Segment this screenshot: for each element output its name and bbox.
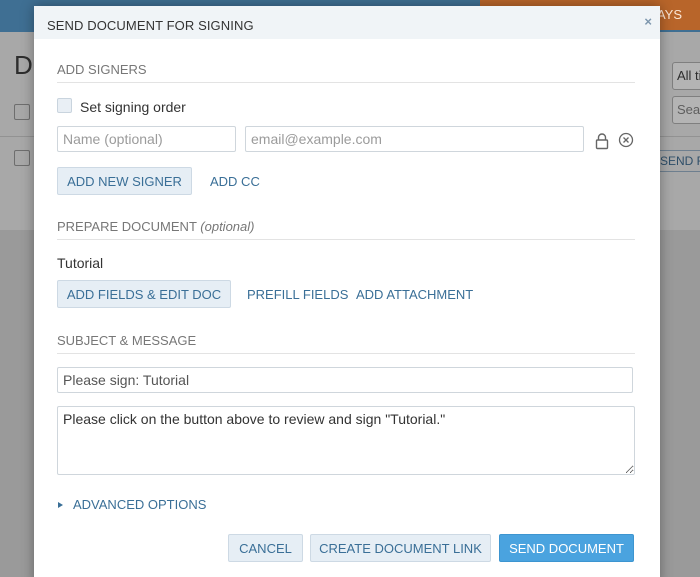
close-icon[interactable]: × <box>644 14 652 29</box>
cancel-button[interactable]: CANCEL <box>228 534 303 562</box>
remove-signer-icon[interactable] <box>618 132 634 148</box>
add-new-signer-button[interactable]: ADD NEW SIGNER <box>57 167 192 195</box>
message-textarea[interactable]: Please click on the button above to revi… <box>57 406 635 475</box>
search-input: Sear <box>672 96 700 124</box>
document-name: Tutorial <box>57 255 104 271</box>
add-cc-link[interactable]: ADD CC <box>210 174 260 189</box>
send-button-background: SEND F <box>655 150 700 172</box>
advanced-options-label: ADVANCED OPTIONS <box>73 497 207 512</box>
signing-order-checkbox[interactable] <box>57 98 72 113</box>
subject-input[interactable] <box>57 367 633 393</box>
lock-icon[interactable] <box>595 132 609 150</box>
dialog-header: SEND DOCUMENT FOR SIGNING × <box>34 6 660 39</box>
optional-note: (optional) <box>200 219 255 234</box>
page-title: D <box>14 50 33 80</box>
add-fields-edit-doc-button[interactable]: ADD FIELDS & EDIT DOC <box>57 280 231 308</box>
row-checkbox <box>14 150 30 166</box>
add-attachment-link[interactable]: ADD ATTACHMENT <box>356 287 473 302</box>
advanced-options-toggle[interactable]: ADVANCED OPTIONS <box>58 497 206 512</box>
dialog-title: SEND DOCUMENT FOR SIGNING <box>47 18 254 33</box>
select-all-checkbox <box>14 104 30 120</box>
send-document-dialog: SEND DOCUMENT FOR SIGNING × ADD SIGNERS … <box>34 6 660 577</box>
prepare-document-title: PREPARE DOCUMENT <box>57 219 197 234</box>
signing-order-label[interactable]: Set signing order <box>80 99 186 115</box>
prefill-fields-link[interactable]: PREFILL FIELDS <box>247 287 348 302</box>
filter-select: All ti <box>672 62 700 90</box>
subject-message-heading: SUBJECT & MESSAGE <box>57 333 635 354</box>
send-document-button[interactable]: SEND DOCUMENT <box>499 534 634 562</box>
prepare-document-heading: PREPARE DOCUMENT (optional) <box>57 219 635 240</box>
signer-name-input[interactable] <box>57 126 236 152</box>
signer-email-input[interactable] <box>245 126 584 152</box>
caret-right-icon <box>58 502 63 508</box>
add-signers-heading: ADD SIGNERS <box>57 62 635 83</box>
create-document-link-button[interactable]: CREATE DOCUMENT LINK <box>310 534 491 562</box>
